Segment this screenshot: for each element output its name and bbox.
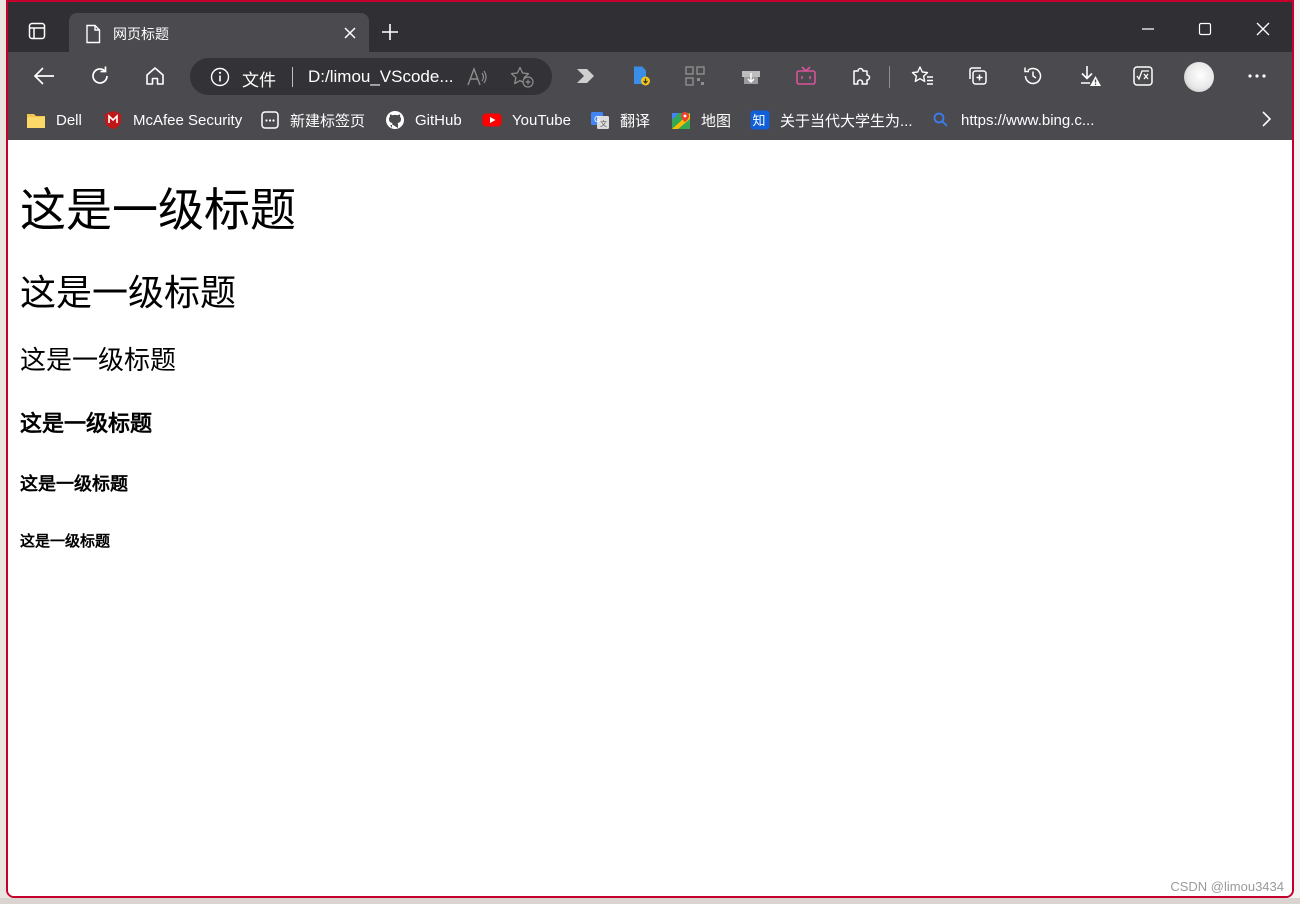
address-bar[interactable]: 文件 D:/limou_VScode...	[190, 58, 552, 95]
youtube-icon	[482, 110, 502, 130]
tab-actions-button[interactable]	[24, 18, 50, 44]
extension-box-button[interactable]	[737, 62, 765, 90]
minimize-icon	[1142, 28, 1154, 30]
home-icon	[146, 67, 164, 85]
close-icon	[1256, 22, 1270, 36]
extension-doc-button[interactable]	[627, 62, 655, 90]
github-icon	[385, 110, 405, 130]
home-button[interactable]	[141, 62, 169, 90]
tab-title: 网页标题	[113, 27, 169, 43]
maps-icon	[671, 110, 691, 130]
bookmark-youtube[interactable]: YouTube	[482, 109, 571, 131]
history-button[interactable]	[1019, 62, 1047, 90]
favorites-icon	[911, 66, 933, 85]
active-tab[interactable]: 网页标题	[69, 13, 369, 53]
address-scheme-label: 文件	[242, 71, 276, 91]
heading-level-1: 这是一级标题	[20, 183, 296, 237]
refresh-button[interactable]	[86, 62, 114, 90]
svg-text:文: 文	[600, 119, 607, 128]
browser-window: 网页标题 文件 D:/limou_VScode... Dell McAfee S…	[6, 0, 1294, 898]
background-window-bottom	[0, 898, 1300, 904]
toolbar-divider	[889, 66, 890, 88]
maximize-button[interactable]	[1191, 15, 1219, 43]
extension-tv-button[interactable]	[792, 62, 820, 90]
folder-icon	[26, 110, 46, 130]
chevron-right-icon[interactable]	[1260, 110, 1272, 128]
collections-button[interactable]	[964, 62, 992, 90]
close-icon	[344, 27, 356, 39]
document-icon	[86, 24, 101, 44]
favorites-button[interactable]	[909, 62, 937, 90]
bookmark-label: YouTube	[512, 111, 571, 129]
bookmark-label: GitHub	[415, 111, 462, 129]
back-button[interactable]	[30, 62, 58, 90]
heading-level-6: 这是一级标题	[20, 532, 111, 550]
mcafee-icon	[103, 110, 123, 130]
puzzle-icon	[853, 67, 871, 85]
bookmark-label: Dell	[56, 111, 82, 129]
bookmark-label: 翻译	[620, 112, 651, 130]
page-content: 这是一级标题 这是一级标题 这是一级标题 这是一级标题 这是一级标题 这是一级标…	[8, 140, 1292, 896]
translate-icon: G文	[590, 110, 610, 130]
extension-chevron-button[interactable]	[572, 62, 600, 90]
info-icon[interactable]	[210, 67, 230, 87]
address-url[interactable]: D:/limou_VScode...	[308, 67, 454, 87]
tab-close-button[interactable]	[341, 24, 359, 42]
address-separator	[292, 67, 293, 87]
plus-icon	[382, 24, 398, 40]
read-aloud-icon[interactable]	[466, 67, 488, 87]
collections-icon	[969, 67, 987, 85]
title-bar: 网页标题	[8, 2, 1292, 53]
bookmark-mcafee[interactable]: McAfee Security	[103, 109, 242, 131]
svg-text:知: 知	[753, 113, 766, 129]
tab-actions-icon	[28, 22, 46, 40]
bookmark-translate[interactable]: G文 翻译	[590, 109, 650, 131]
new-tab-button[interactable]	[378, 20, 402, 44]
minimize-button[interactable]	[1134, 15, 1162, 43]
box-extension-icon	[742, 71, 760, 84]
heading-level-2: 这是一级标题	[20, 273, 237, 314]
back-arrow-icon	[33, 67, 54, 85]
profile-avatar[interactable]	[1184, 62, 1214, 92]
download-warning-icon	[1081, 66, 1101, 86]
bookmark-newtab[interactable]: 新建标签页	[260, 109, 365, 131]
toolbar: 文件 D:/limou_VScode...	[8, 52, 1292, 100]
math-solver-icon	[1133, 66, 1153, 86]
settings-more-button[interactable]	[1243, 62, 1271, 90]
downloads-button[interactable]	[1076, 62, 1104, 90]
qr-code-button[interactable]	[681, 62, 709, 90]
heading-level-3: 这是一级标题	[20, 346, 177, 376]
bookmark-zhihu[interactable]: 知 关于当代大学生为...	[750, 109, 913, 131]
refresh-icon	[92, 66, 108, 84]
maximize-icon	[1198, 22, 1212, 36]
bookmark-github[interactable]: GitHub	[385, 109, 462, 131]
heading-level-5: 这是一级标题	[20, 474, 128, 495]
tv-extension-icon	[796, 66, 816, 85]
bookmark-bing[interactable]: https://www.bing.c...	[931, 109, 1094, 131]
document-extension-icon	[634, 66, 650, 86]
extensions-button[interactable]	[847, 62, 875, 90]
history-icon	[1024, 67, 1042, 85]
bookmark-label: McAfee Security	[133, 111, 243, 129]
heading-level-4: 这是一级标题	[20, 411, 153, 437]
csdn-watermark: CSDN @limou3434	[1170, 879, 1284, 894]
newtab-page-icon	[260, 110, 280, 130]
bookmark-maps[interactable]: 地图	[671, 109, 731, 131]
zhihu-icon: 知	[750, 110, 770, 130]
more-horizontal-icon	[1248, 74, 1266, 78]
bing-search-icon	[931, 110, 951, 130]
bookmark-label: 关于当代大学生为...	[780, 112, 913, 130]
close-window-button[interactable]	[1249, 15, 1277, 43]
bookmark-label: https://www.bing.c...	[961, 111, 1095, 129]
chevron-extension-icon	[577, 69, 594, 83]
qr-code-icon	[685, 66, 705, 86]
bookmark-label: 地图	[701, 112, 732, 130]
bookmark-dell[interactable]: Dell	[26, 109, 82, 131]
bookmark-label: 新建标签页	[290, 112, 366, 130]
math-solver-button[interactable]	[1129, 62, 1157, 90]
bookmarks-bar: Dell McAfee Security 新建标签页 GitHub YouTub…	[8, 100, 1292, 140]
add-favorite-icon[interactable]	[510, 66, 534, 88]
